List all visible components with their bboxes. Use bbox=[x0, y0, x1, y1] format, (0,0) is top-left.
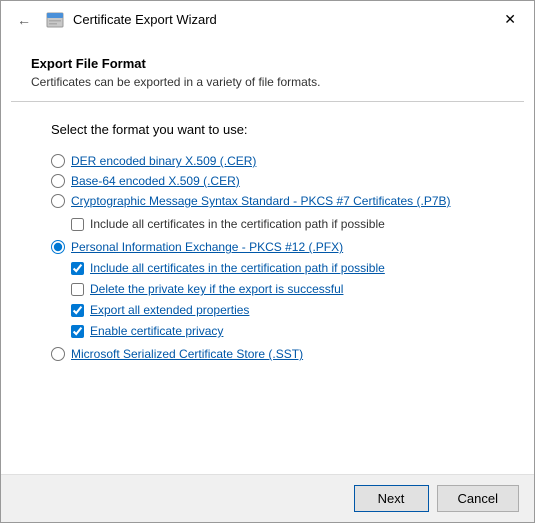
pfx-sub-options: Include all certificates in the certific… bbox=[71, 259, 484, 340]
title-bar-left: ← Certificate Export Wizard bbox=[11, 10, 217, 30]
checkbox-pkcs7-inclall[interactable]: Include all certificates in the certific… bbox=[71, 215, 484, 233]
label-pkcs12[interactable]: Personal Information Exchange - PKCS #12… bbox=[71, 240, 343, 254]
checkbox-pfx-deletekey-input[interactable] bbox=[71, 283, 84, 296]
label-base64[interactable]: Base-64 encoded X.509 (.CER) bbox=[71, 174, 240, 188]
label-pfx-extprops[interactable]: Export all extended properties bbox=[90, 303, 249, 317]
header-title: Export File Format bbox=[31, 56, 504, 71]
wizard-icon bbox=[45, 10, 65, 30]
label-pkcs7-inclall[interactable]: Include all certificates in the certific… bbox=[90, 217, 385, 231]
checkbox-pfx-extprops-input[interactable] bbox=[71, 304, 84, 317]
select-label: Select the format you want to use: bbox=[51, 122, 484, 137]
radio-item-sst[interactable]: Microsoft Serialized Certificate Store (… bbox=[51, 344, 484, 364]
label-pkcs7[interactable]: Cryptographic Message Syntax Standard - … bbox=[71, 194, 451, 208]
cancel-button[interactable]: Cancel bbox=[437, 485, 519, 512]
close-button[interactable]: ✕ bbox=[496, 9, 524, 30]
back-button[interactable]: ← bbox=[11, 10, 37, 30]
radio-item-der[interactable]: DER encoded binary X.509 (.CER) bbox=[51, 151, 484, 171]
footer: Next Cancel bbox=[1, 474, 534, 522]
pkcs7-sub-options: Include all certificates in the certific… bbox=[71, 215, 484, 233]
checkbox-pfx-inclall-input[interactable] bbox=[71, 262, 84, 275]
checkbox-pfx-extprops[interactable]: Export all extended properties bbox=[71, 301, 484, 319]
radio-pkcs12[interactable] bbox=[51, 240, 65, 254]
header-section: Export File Format Certificates can be e… bbox=[1, 36, 534, 101]
radio-item-pkcs12[interactable]: Personal Information Exchange - PKCS #12… bbox=[51, 237, 484, 257]
next-button[interactable]: Next bbox=[354, 485, 429, 512]
radio-group: DER encoded binary X.509 (.CER) Base-64 … bbox=[51, 151, 484, 364]
radio-sst[interactable] bbox=[51, 347, 65, 361]
dialog: ← Certificate Export Wizard ✕ Export Fil… bbox=[0, 0, 535, 523]
label-pfx-privacy[interactable]: Enable certificate privacy bbox=[90, 324, 223, 338]
title-bar: ← Certificate Export Wizard ✕ bbox=[1, 1, 534, 36]
label-pfx-inclall[interactable]: Include all certificates in the certific… bbox=[90, 261, 385, 275]
label-der[interactable]: DER encoded binary X.509 (.CER) bbox=[71, 154, 256, 168]
label-sst[interactable]: Microsoft Serialized Certificate Store (… bbox=[71, 347, 303, 361]
checkbox-pfx-inclall[interactable]: Include all certificates in the certific… bbox=[71, 259, 484, 277]
radio-item-base64[interactable]: Base-64 encoded X.509 (.CER) bbox=[51, 171, 484, 191]
content: Export File Format Certificates can be e… bbox=[1, 36, 534, 474]
radio-der[interactable] bbox=[51, 154, 65, 168]
radio-item-pkcs7[interactable]: Cryptographic Message Syntax Standard - … bbox=[51, 191, 484, 211]
label-pfx-deletekey[interactable]: Delete the private key if the export is … bbox=[90, 282, 343, 296]
radio-base64[interactable] bbox=[51, 174, 65, 188]
checkbox-pfx-deletekey[interactable]: Delete the private key if the export is … bbox=[71, 280, 484, 298]
radio-pkcs7[interactable] bbox=[51, 194, 65, 208]
checkbox-pfx-privacy[interactable]: Enable certificate privacy bbox=[71, 322, 484, 340]
body-section: Select the format you want to use: DER e… bbox=[1, 102, 534, 474]
header-desc: Certificates can be exported in a variet… bbox=[31, 75, 504, 89]
title-bar-text: Certificate Export Wizard bbox=[73, 12, 217, 27]
checkbox-pkcs7-inclall-input[interactable] bbox=[71, 218, 84, 231]
checkbox-pfx-privacy-input[interactable] bbox=[71, 325, 84, 338]
